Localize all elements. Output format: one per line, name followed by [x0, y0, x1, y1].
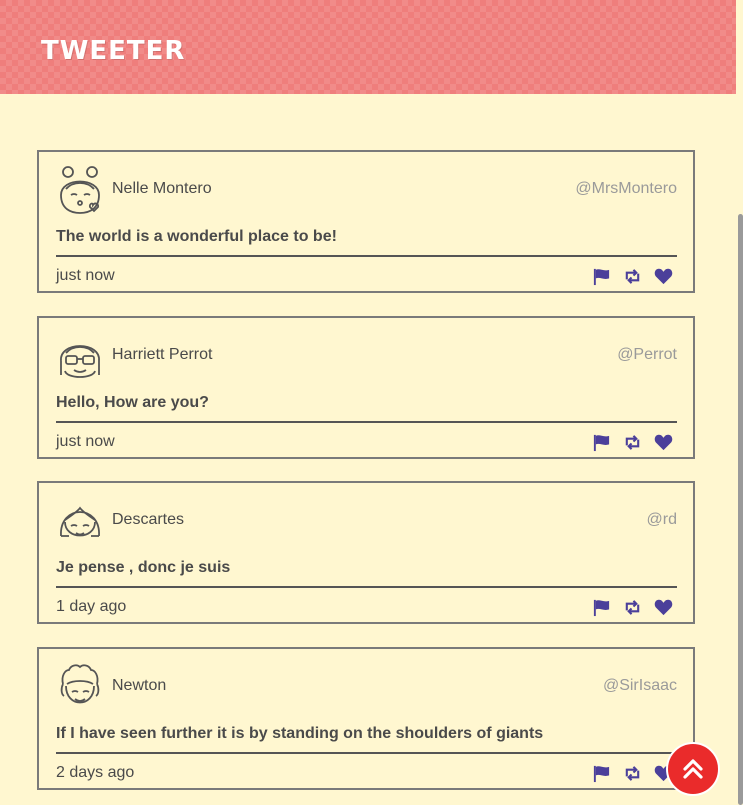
tweet-actions: [592, 266, 673, 286]
tweet-author-name: Nelle Montero: [112, 180, 212, 197]
glasses-avatar-icon: [60, 345, 100, 378]
tweet-timestamp: 1 day ago: [56, 598, 127, 615]
flag-icon[interactable]: [592, 433, 611, 452]
retweet-icon[interactable]: [623, 598, 642, 617]
retweet-icon[interactable]: [623, 267, 642, 286]
bob-hair-avatar-icon: [60, 506, 100, 537]
tweet-actions: [592, 597, 673, 617]
tweet-divider: [56, 421, 677, 423]
tweet-divider: [56, 255, 677, 257]
tweet-author-handle[interactable]: @rd: [647, 511, 677, 529]
heart-icon[interactable]: [654, 433, 673, 452]
tweet-timestamp: just now: [56, 267, 115, 284]
tweet-card: Newton @SirIsaac If I have seen further …: [37, 647, 695, 790]
tweet-card: Descartes @rd Je pense , donc je suis 1 …: [37, 481, 695, 624]
tweet-divider: [56, 752, 677, 754]
tweet-text: Je pense , donc je suis: [56, 559, 231, 576]
app-header: TWEETER: [0, 0, 736, 94]
page-scrollbar[interactable]: [738, 214, 743, 805]
flag-icon[interactable]: [592, 598, 611, 617]
tweet-card: Nelle Montero @MrsMontero The world is a…: [37, 150, 695, 293]
retweet-icon[interactable]: [623, 433, 642, 452]
curly-hair-avatar-icon: [60, 664, 100, 704]
tweet-timestamp: 2 days ago: [56, 764, 135, 781]
tweet-author-handle[interactable]: @MrsMontero: [575, 180, 677, 198]
girl-buns-avatar-icon: [60, 166, 100, 214]
tweet-divider: [56, 586, 677, 588]
tweet-author-name: Descartes: [112, 511, 185, 528]
retweet-icon[interactable]: [623, 764, 642, 783]
flag-icon[interactable]: [592, 764, 611, 783]
tweet-text: Hello, How are you?: [56, 394, 209, 411]
double-chevron-up-icon: [683, 759, 703, 779]
tweet-card: Harriett Perrot @Perrot Hello, How are y…: [37, 316, 695, 459]
tweet-author-name: Newton: [112, 677, 167, 694]
tweet-actions: [592, 763, 673, 783]
flag-icon[interactable]: [592, 267, 611, 286]
tweet-actions: [592, 432, 673, 452]
tweet-text: If I have seen further it is by standing…: [56, 725, 544, 742]
heart-icon[interactable]: [654, 598, 673, 617]
tweet-author-handle[interactable]: @SirIsaac: [603, 677, 677, 695]
tweet-text: The world is a wonderful place to be!: [56, 228, 337, 245]
tweet-author-handle[interactable]: @Perrot: [617, 346, 677, 364]
tweet-author-name: Harriett Perrot: [112, 346, 213, 363]
app-title: TWEETER: [41, 36, 186, 66]
heart-icon[interactable]: [654, 267, 673, 286]
scroll-to-top-button[interactable]: [666, 742, 720, 796]
tweet-timestamp: just now: [56, 433, 115, 450]
